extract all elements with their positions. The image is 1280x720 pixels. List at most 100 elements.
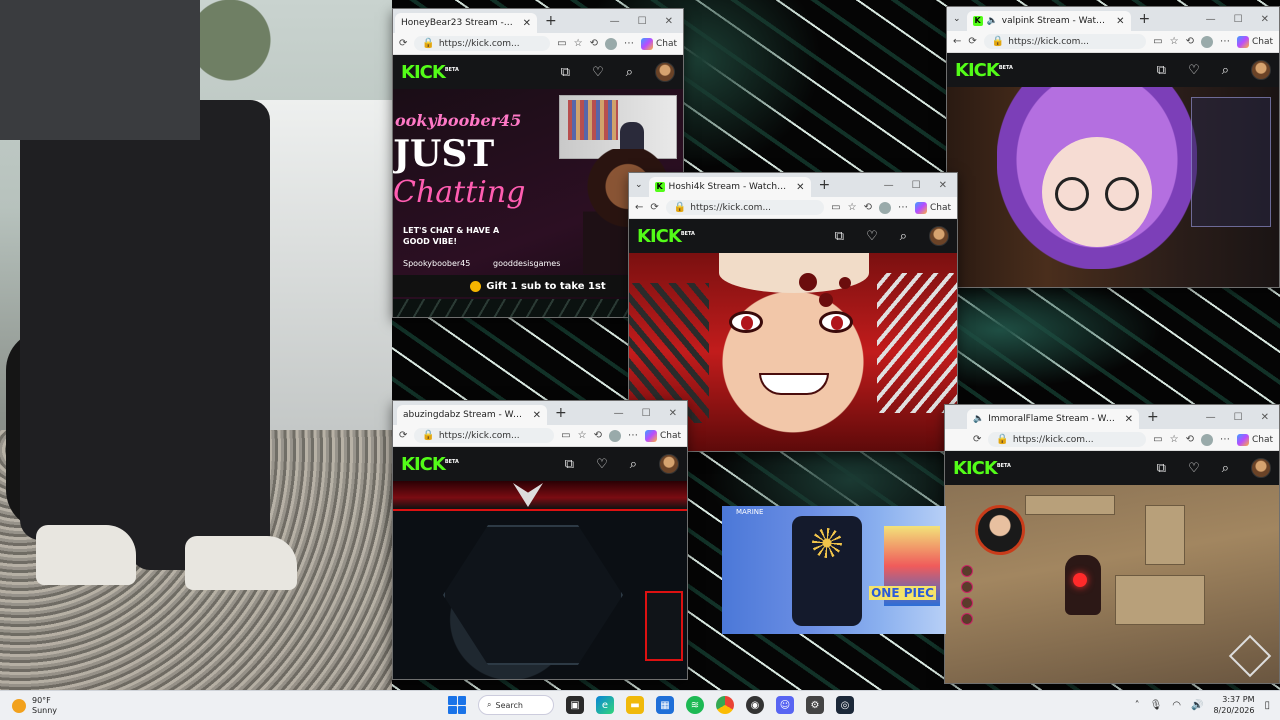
- extensions-icon[interactable]: ⟲: [1186, 36, 1194, 47]
- search-icon[interactable]: ⌕: [1222, 63, 1229, 78]
- tab-dropdown-icon[interactable]: ⌄: [629, 180, 649, 190]
- new-tab-icon[interactable]: +: [555, 405, 567, 421]
- url-field[interactable]: 🔒 https://kick.com...: [988, 432, 1147, 447]
- notification-icon[interactable]: ▯: [1264, 700, 1270, 711]
- more-icon[interactable]: ⋯: [624, 38, 634, 49]
- browse-icon[interactable]: ⧉: [1157, 63, 1166, 78]
- favorite-icon[interactable]: ☆: [1170, 36, 1179, 47]
- refresh-icon[interactable]: ⟳: [973, 434, 981, 445]
- browser-window-valpink[interactable]: ⌄ K 🔈 valpink Stream - Watch Live o ✕ + …: [946, 6, 1280, 288]
- close-tab-icon[interactable]: ✕: [533, 410, 541, 421]
- steam-icon[interactable]: ◎: [836, 696, 854, 714]
- minimize-icon[interactable]: —: [884, 180, 894, 191]
- favorite-icon[interactable]: ☆: [574, 38, 583, 49]
- search-icon[interactable]: ⌕: [626, 65, 633, 80]
- kick-logo[interactable]: KICKBETA: [955, 60, 1013, 81]
- refresh-icon[interactable]: ⟳: [650, 202, 658, 213]
- kick-logo[interactable]: KICKBETA: [953, 458, 1011, 479]
- close-icon[interactable]: ✕: [939, 180, 947, 191]
- new-tab-icon[interactable]: +: [819, 177, 831, 193]
- search-icon[interactable]: ⌕: [1222, 461, 1229, 476]
- wifi-icon[interactable]: ◠: [1172, 700, 1181, 711]
- more-icon[interactable]: ⋯: [1220, 434, 1230, 445]
- chat-button[interactable]: Chat: [640, 37, 677, 50]
- browse-icon[interactable]: ⧉: [561, 65, 570, 80]
- favorite-icon[interactable]: ☆: [848, 202, 857, 213]
- tab-abuzing[interactable]: abuzingdabz Stream - Watch Live ✕: [397, 405, 547, 425]
- tab-dropdown-icon[interactable]: ⌄: [947, 14, 967, 24]
- avatar-icon[interactable]: [655, 62, 675, 82]
- minimize-icon[interactable]: —: [1206, 412, 1216, 423]
- extensions-icon[interactable]: ⟲: [590, 38, 598, 49]
- browser-window-abuzing[interactable]: abuzingdabz Stream - Watch Live ✕ + — ☐ …: [392, 400, 688, 680]
- stream-player[interactable]: [947, 87, 1279, 287]
- mute-icon[interactable]: 🔈: [987, 16, 998, 26]
- tab-honeybear[interactable]: HoneyBear23 Stream - Watch Live ✕: [395, 13, 537, 33]
- chat-button[interactable]: Chat: [644, 429, 681, 442]
- minimize-icon[interactable]: —: [610, 16, 620, 27]
- file-explorer-icon[interactable]: ▬: [626, 696, 644, 714]
- spotify-icon[interactable]: ≋: [686, 696, 704, 714]
- refresh-icon[interactable]: ⟳: [399, 38, 407, 49]
- maximize-icon[interactable]: ☐: [912, 180, 921, 191]
- url-field[interactable]: 🔒 https://kick.com...: [414, 428, 555, 443]
- browse-icon[interactable]: ⧉: [835, 229, 844, 244]
- tab-immortal[interactable]: 🔈 ImmoralFlame Stream - Watch ✕: [967, 409, 1139, 429]
- weather-widget[interactable]: 90°F Sunny: [12, 696, 212, 716]
- following-icon[interactable]: ♡: [866, 229, 878, 244]
- discord-icon[interactable]: ☺: [776, 696, 794, 714]
- refresh-icon[interactable]: ⟳: [968, 36, 976, 47]
- clock[interactable]: 3:37 PM 8/20/2026: [1213, 694, 1254, 716]
- kick-logo[interactable]: KICKBETA: [401, 454, 459, 475]
- settings-icon[interactable]: ⚙: [806, 696, 824, 714]
- stream-player[interactable]: [393, 481, 687, 679]
- minimize-icon[interactable]: —: [614, 408, 624, 419]
- task-view-icon[interactable]: ▣: [566, 696, 584, 714]
- new-tab-icon[interactable]: +: [1139, 11, 1151, 27]
- tab-valpink[interactable]: K 🔈 valpink Stream - Watch Live o ✕: [966, 11, 1131, 31]
- reader-icon[interactable]: ▭: [561, 430, 570, 441]
- close-icon[interactable]: ✕: [669, 408, 677, 419]
- search-icon[interactable]: ⌕: [900, 229, 907, 244]
- microphone-icon[interactable]: 🎙: [1150, 700, 1163, 711]
- reader-icon[interactable]: ▭: [1153, 36, 1162, 47]
- following-icon[interactable]: ♡: [1188, 461, 1200, 476]
- kick-logo[interactable]: KICKBETA: [637, 226, 695, 247]
- maximize-icon[interactable]: ☐: [638, 16, 647, 27]
- extensions-icon[interactable]: ⟲: [864, 202, 872, 213]
- following-icon[interactable]: ♡: [592, 65, 604, 80]
- volume-icon[interactable]: 🔊: [1191, 700, 1203, 711]
- close-icon[interactable]: ✕: [1261, 412, 1269, 423]
- browser-window-immortal[interactable]: 🔈 ImmoralFlame Stream - Watch ✕ + — ☐ ✕ …: [944, 404, 1280, 684]
- chevron-up-icon[interactable]: ˄: [1135, 700, 1140, 711]
- profile-icon[interactable]: [1200, 35, 1213, 48]
- browse-icon[interactable]: ⧉: [565, 457, 574, 472]
- windows-start-icon[interactable]: [448, 696, 466, 714]
- chat-button[interactable]: Chat: [1236, 35, 1273, 48]
- chat-button[interactable]: Chat: [1236, 433, 1273, 446]
- chat-button[interactable]: Chat: [914, 201, 951, 214]
- close-icon[interactable]: ✕: [665, 16, 673, 27]
- avatar-icon[interactable]: [929, 226, 949, 246]
- reader-icon[interactable]: ▭: [1153, 434, 1162, 445]
- maximize-icon[interactable]: ☐: [1234, 412, 1243, 423]
- following-icon[interactable]: ♡: [1188, 63, 1200, 78]
- taskbar-search[interactable]: ⌕ Search: [478, 695, 554, 715]
- avatar-icon[interactable]: [1251, 458, 1271, 478]
- more-icon[interactable]: ⋯: [628, 430, 638, 441]
- mute-icon[interactable]: 🔈: [973, 414, 984, 424]
- more-icon[interactable]: ⋯: [1220, 36, 1230, 47]
- maximize-icon[interactable]: ☐: [1234, 14, 1243, 25]
- maximize-icon[interactable]: ☐: [642, 408, 651, 419]
- chrome-icon[interactable]: [716, 696, 734, 714]
- stream-thumbnail[interactable]: MARINE ONE PIEC: [722, 506, 946, 634]
- obs-icon[interactable]: ◉: [746, 696, 764, 714]
- url-field[interactable]: 🔒 https://kick.com...: [414, 36, 551, 51]
- avatar-icon[interactable]: [659, 454, 679, 474]
- avatar-icon[interactable]: [1251, 60, 1271, 80]
- edge-icon[interactable]: e: [596, 696, 614, 714]
- extensions-icon[interactable]: ⟲: [594, 430, 602, 441]
- close-tab-icon[interactable]: ✕: [1125, 414, 1133, 425]
- reader-icon[interactable]: ▭: [557, 38, 566, 49]
- tab-hoshi[interactable]: K Hoshi4k Stream - Watch Live on Ki ✕: [648, 177, 811, 197]
